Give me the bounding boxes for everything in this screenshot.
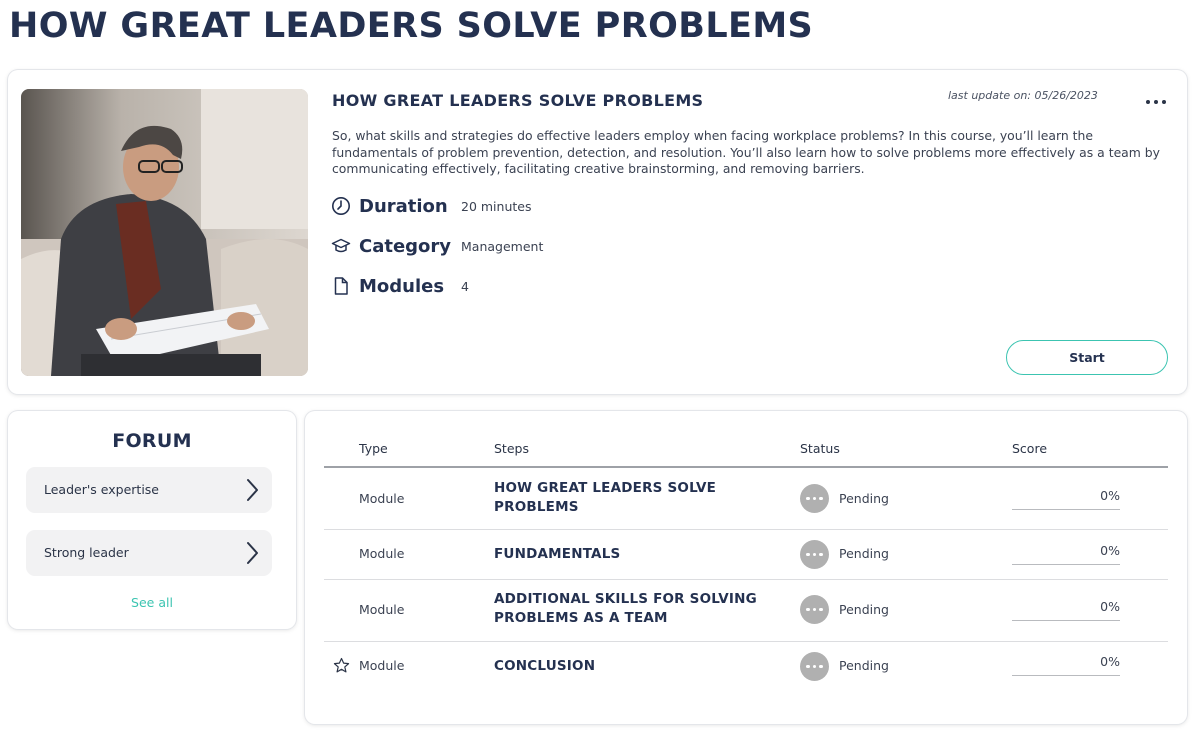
meta-modules: Modules 4: [330, 274, 469, 298]
clock-icon: [330, 195, 352, 217]
pending-status-icon: [800, 540, 829, 569]
meta-modules-value: 4: [461, 278, 469, 294]
row-type: Module: [359, 491, 405, 506]
table-row[interactable]: Module CONCLUSION Pending 0%: [324, 642, 1168, 691]
meta-category-value: Management: [461, 238, 544, 254]
forum-item-label: Strong leader: [44, 545, 129, 560]
pending-status-icon: [800, 484, 829, 513]
course-photo: [21, 89, 308, 376]
forum-card: FORUM Leader's expertise Strong leader S…: [8, 411, 296, 629]
forum-item-leaders-expertise[interactable]: Leader's expertise: [26, 467, 272, 513]
pending-status-icon: [800, 652, 829, 681]
table-row[interactable]: Module HOW GREAT LEADERS SOLVE PROBLEMS …: [324, 468, 1168, 529]
row-step[interactable]: HOW GREAT LEADERS SOLVE PROBLEMS: [494, 479, 774, 517]
document-icon: [330, 275, 352, 297]
page-title: HOW GREAT LEADERS SOLVE PROBLEMS: [9, 6, 814, 46]
row-score: 0%: [1012, 599, 1120, 621]
meta-duration-value: 20 minutes: [461, 198, 532, 214]
steps-table: Type Steps Status Score Module HOW GREAT…: [305, 411, 1187, 724]
more-options-icon[interactable]: [1141, 92, 1171, 112]
meta-modules-label: Modules: [359, 275, 445, 297]
pending-status-icon: [800, 595, 829, 624]
forum-item-label: Leader's expertise: [44, 482, 159, 497]
meta-category-label: Category: [359, 235, 452, 257]
row-score: 0%: [1012, 654, 1120, 676]
row-status: Pending: [839, 602, 889, 617]
row-status: Pending: [839, 546, 889, 561]
row-step[interactable]: CONCLUSION: [494, 657, 774, 676]
start-button[interactable]: Start: [1006, 340, 1168, 375]
row-step[interactable]: ADDITIONAL SKILLS FOR SOLVING PROBLEMS A…: [494, 590, 774, 628]
score-value: 0%: [1100, 599, 1120, 614]
score-value: 0%: [1100, 543, 1120, 558]
table-row[interactable]: Module FUNDAMENTALS Pending 0%: [324, 530, 1168, 579]
see-all-link[interactable]: See all: [8, 595, 296, 610]
last-update-date: last update on: 05/26/2023: [948, 89, 1098, 102]
row-score: 0%: [1012, 488, 1120, 510]
score-value: 0%: [1100, 654, 1120, 669]
course-card: HOW GREAT LEADERS SOLVE PROBLEMS last up…: [8, 70, 1187, 394]
course-description: So, what skills and strategies do effect…: [332, 128, 1160, 177]
forum-item-strong-leader[interactable]: Strong leader: [26, 530, 272, 576]
row-status: Pending: [839, 491, 889, 506]
row-score: 0%: [1012, 543, 1120, 565]
row-status: Pending: [839, 658, 889, 673]
column-header-score: Score: [1012, 441, 1048, 456]
score-value: 0%: [1100, 488, 1120, 503]
row-step[interactable]: FUNDAMENTALS: [494, 545, 774, 564]
column-header-type: Type: [359, 441, 388, 456]
meta-duration-label: Duration: [359, 195, 448, 217]
row-type: Module: [359, 602, 405, 617]
meta-category: Category Management: [330, 234, 543, 258]
row-type: Module: [359, 658, 405, 673]
column-header-steps: Steps: [494, 441, 529, 456]
course-image: [21, 89, 308, 376]
row-type: Module: [359, 546, 405, 561]
table-row[interactable]: Module ADDITIONAL SKILLS FOR SOLVING PRO…: [324, 580, 1168, 641]
graduation-cap-icon: [330, 235, 352, 257]
chevron-right-icon: [247, 479, 258, 501]
forum-title: FORUM: [112, 430, 192, 452]
course-title: HOW GREAT LEADERS SOLVE PROBLEMS: [332, 91, 704, 110]
chevron-right-icon: [247, 542, 258, 564]
column-header-status: Status: [800, 441, 840, 456]
star-icon[interactable]: [333, 657, 350, 674]
meta-duration: Duration 20 minutes: [330, 194, 531, 218]
